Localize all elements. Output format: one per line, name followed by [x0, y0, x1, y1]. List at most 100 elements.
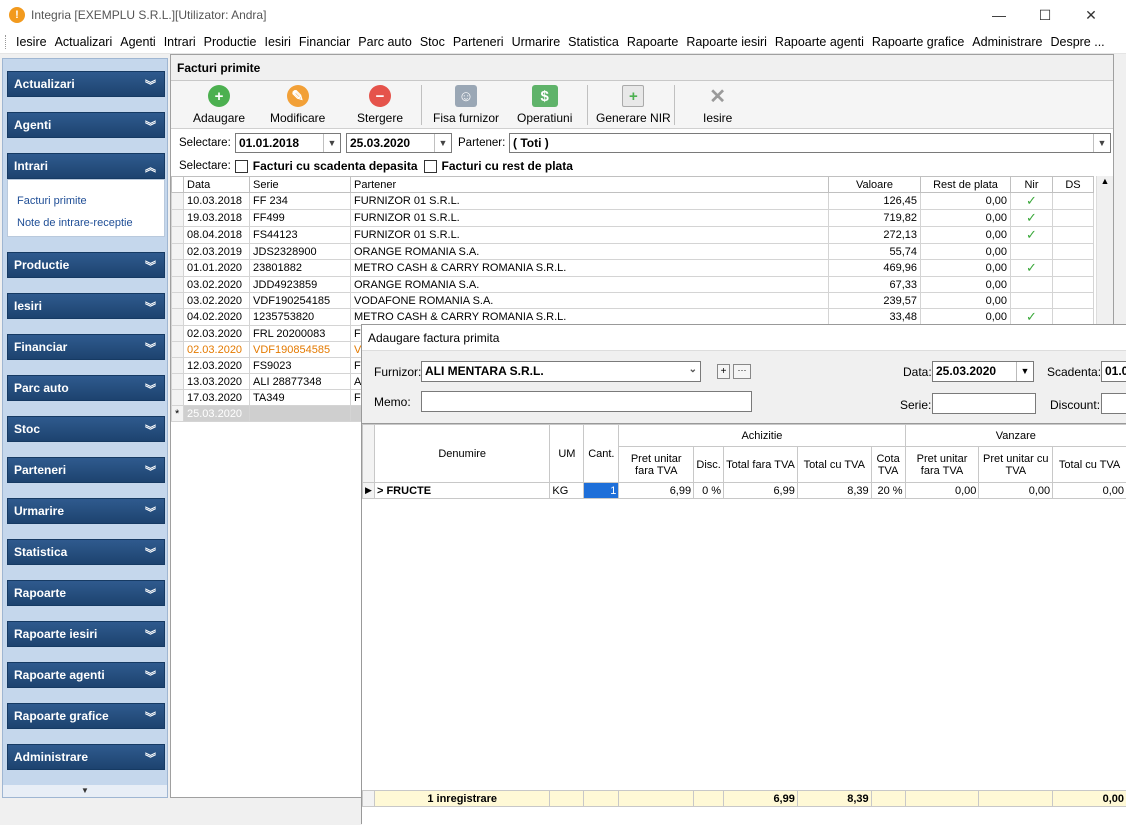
cell-date[interactable]: 04.02.2020 — [184, 309, 250, 326]
item-disc-cell[interactable]: 0 % — [694, 483, 724, 499]
generate-nir-button[interactable]: +Generare NIR — [596, 85, 671, 127]
table-row[interactable]: ▶ > FRUCTE KG 1 6,99 0 % 6,99 8,39 20 % … — [363, 483, 1126, 499]
cell-series[interactable]: FS44123 — [250, 227, 351, 244]
cell-value[interactable]: 469,96 — [829, 260, 921, 277]
row-header[interactable] — [172, 277, 184, 293]
menu-productie[interactable]: Productie — [200, 35, 261, 49]
col-header-series[interactable]: Serie — [250, 177, 351, 193]
cell-value[interactable]: 719,82 — [829, 210, 921, 227]
cell-remaining[interactable]: 0,00 — [921, 244, 1011, 260]
cell-value[interactable]: 272,13 — [829, 227, 921, 244]
col-header-ds[interactable]: DS — [1053, 177, 1094, 193]
cell-series[interactable]: VDF190254185 — [250, 293, 351, 309]
col-header-nir[interactable]: Nir — [1011, 177, 1053, 193]
menu-agenti[interactable]: Agenti — [116, 35, 159, 49]
menu-parteneri[interactable]: Parteneri — [449, 35, 508, 49]
cell-partner[interactable]: ORANGE ROMANIA S.A. — [351, 244, 829, 260]
item-um-cell[interactable]: KG — [550, 483, 584, 499]
sidebar-group-administrare[interactable]: Administrare︾ — [7, 744, 165, 770]
sidebar-group-parc-auto[interactable]: Parc auto︾ — [7, 375, 165, 401]
cell-series[interactable]: FF499 — [250, 210, 351, 227]
item-unit-cell[interactable]: 6,99 — [619, 483, 694, 499]
col-header-unit-no-vat[interactable]: Pret unitar fara TVA — [619, 447, 694, 483]
cell-date[interactable]: 02.03.2020 — [184, 326, 250, 342]
cell-value[interactable]: 126,45 — [829, 193, 921, 210]
due-date-picker[interactable]: 01.0 — [1101, 361, 1126, 382]
col-header-total-no-vat[interactable]: Total fara TVA — [724, 447, 798, 483]
exit-button[interactable]: ✕Iesire — [703, 85, 732, 127]
date-from-picker[interactable]: 01.01.2018▼ — [235, 133, 341, 153]
cell-partner[interactable]: VODAFONE ROMANIA S.A. — [351, 293, 829, 309]
menu-rapoarte-iesiri[interactable]: Rapoarte iesiri — [682, 35, 771, 49]
row-header[interactable] — [172, 193, 184, 210]
cell-series[interactable]: VDF190854585 — [250, 342, 351, 358]
cell-date[interactable]: 03.02.2020 — [184, 293, 250, 309]
sidebar-group-parteneri[interactable]: Parteneri︾ — [7, 457, 165, 483]
cell-partner[interactable]: FURNIZOR 01 S.R.L. — [351, 193, 829, 210]
supplier-select[interactable]: ALI MENTARA S.R.L.⌄ — [421, 361, 701, 382]
add-button[interactable]: +Adaugare — [193, 85, 245, 127]
more-options-button[interactable]: ··· — [733, 364, 751, 379]
cell-date[interactable]: 12.03.2020 — [184, 358, 250, 374]
cell-value[interactable]: 239,57 — [829, 293, 921, 309]
menu-administrare[interactable]: Administrare — [968, 35, 1046, 49]
cell-series[interactable]: 1235753820 — [250, 309, 351, 326]
item-total-no-vat-cell[interactable]: 6,99 — [724, 483, 798, 499]
table-row[interactable]: 19.03.2018FF499FURNIZOR 01 S.R.L.719,820… — [172, 210, 1094, 227]
cell-series[interactable]: FRL 20200083 — [250, 326, 351, 342]
cell-series[interactable]: JDS2328900 — [250, 244, 351, 260]
col-header-um[interactable]: UM — [550, 425, 584, 483]
cell-ds[interactable] — [1053, 227, 1094, 244]
memo-input[interactable] — [421, 391, 752, 412]
row-header[interactable] — [172, 293, 184, 309]
cell-partner[interactable]: FURNIZOR 01 S.R.L. — [351, 227, 829, 244]
new-row-date[interactable]: 25.03.2020 — [184, 406, 250, 422]
sidebar-group-rapoarte-grafice[interactable]: Rapoarte grafice︾ — [7, 703, 165, 729]
sidebar-group-rapoarte[interactable]: Rapoarte︾ — [7, 580, 165, 606]
cell-date[interactable]: 03.02.2020 — [184, 277, 250, 293]
cell-remaining[interactable]: 0,00 — [921, 260, 1011, 277]
menu-financiar[interactable]: Financiar — [295, 35, 354, 49]
menu-stoc[interactable]: Stoc — [416, 35, 449, 49]
cell-nir[interactable] — [1011, 277, 1053, 293]
cell-value[interactable]: 67,33 — [829, 277, 921, 293]
row-header[interactable] — [172, 358, 184, 374]
close-button[interactable]: ✕ — [1068, 0, 1114, 30]
cell-date[interactable]: 08.04.2018 — [184, 227, 250, 244]
table-row[interactable]: 02.03.2019JDS2328900ORANGE ROMANIA S.A.5… — [172, 244, 1094, 260]
remaining-checkbox[interactable] — [424, 160, 437, 173]
item-total-vat-cell[interactable]: 8,39 — [797, 483, 871, 499]
cell-ds[interactable] — [1053, 260, 1094, 277]
table-row[interactable]: 03.02.2020VDF190254185VODAFONE ROMANIA S… — [172, 293, 1094, 309]
discount-input[interactable] — [1101, 393, 1126, 414]
col-header-partner[interactable]: Partener — [351, 177, 829, 193]
cell-nir[interactable] — [1011, 244, 1053, 260]
cell-series[interactable]: TA349 — [250, 390, 351, 406]
table-row[interactable]: 03.02.2020JDD4923859ORANGE ROMANIA S.A.6… — [172, 277, 1094, 293]
minimize-button[interactable]: — — [976, 0, 1022, 30]
col-header-remaining[interactable]: Rest de plata — [921, 177, 1011, 193]
cell-nir[interactable]: ✓ — [1011, 193, 1053, 210]
item-sale-unit-cell[interactable]: 0,00 — [905, 483, 979, 499]
sidebar-group-financiar[interactable]: Financiar︾ — [7, 334, 165, 360]
cell-nir[interactable]: ✓ — [1011, 210, 1053, 227]
supplier-sheet-button[interactable]: ☺Fisa furnizor — [433, 85, 499, 127]
row-header[interactable] — [172, 210, 184, 227]
cell-date[interactable]: 02.03.2019 — [184, 244, 250, 260]
cell-series[interactable]: JDD4923859 — [250, 277, 351, 293]
menu-rapoarte-grafice[interactable]: Rapoarte grafice — [868, 35, 968, 49]
cell-ds[interactable] — [1053, 210, 1094, 227]
sidebar-group-stoc[interactable]: Stoc︾ — [7, 416, 165, 442]
cell-remaining[interactable]: 0,00 — [921, 210, 1011, 227]
row-header[interactable] — [172, 227, 184, 244]
partner-select[interactable]: ( Toti )▼ — [509, 133, 1111, 153]
row-header[interactable] — [172, 326, 184, 342]
row-header[interactable] — [172, 342, 184, 358]
menu-intrari[interactable]: Intrari — [160, 35, 200, 49]
cell-ds[interactable] — [1053, 309, 1094, 326]
menu-despre[interactable]: Despre ... — [1046, 35, 1108, 49]
cell-partner[interactable]: METRO CASH & CARRY ROMANIA S.R.L. — [351, 309, 829, 326]
cell-remaining[interactable]: 0,00 — [921, 309, 1011, 326]
add-supplier-button[interactable]: + — [717, 364, 730, 379]
cell-ds[interactable] — [1053, 193, 1094, 210]
